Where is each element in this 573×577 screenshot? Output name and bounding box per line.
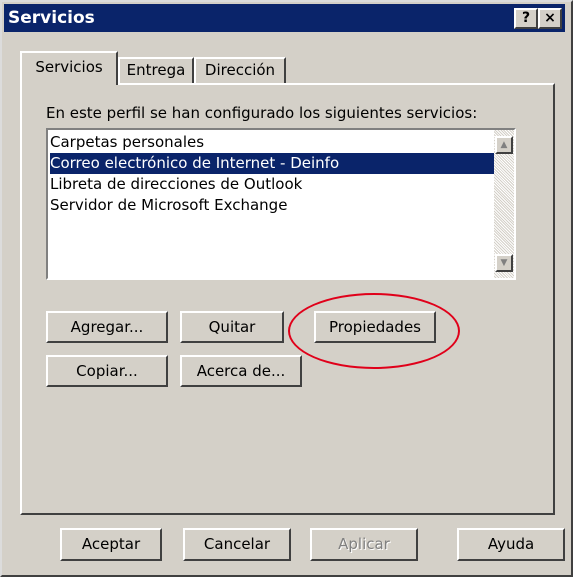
properties-button[interactable]: Propiedades (314, 311, 436, 343)
list-item-selected[interactable]: Correo electrónico de Internet - Deinfo (50, 153, 495, 174)
remove-button[interactable]: Quitar (180, 311, 284, 343)
cancel-button[interactable]: Cancelar (183, 528, 291, 561)
services-listbox[interactable]: Carpetas personales Correo electrónico d… (46, 128, 516, 280)
tab-servicios[interactable]: Servicios (20, 51, 118, 85)
scroll-down-icon[interactable]: ▼ (495, 254, 513, 272)
ok-button[interactable]: Aceptar (60, 528, 162, 561)
help-footer-button[interactable]: Ayuda (457, 528, 565, 561)
scroll-up-icon[interactable]: ▲ (495, 136, 513, 154)
list-item[interactable]: Libreta de direcciones de Outlook (50, 174, 302, 195)
tab-entrega[interactable]: Entrega (118, 57, 194, 83)
window-title: Servicios (8, 8, 95, 28)
tab-panel-servicios: En este perfil se han configurado los si… (20, 83, 555, 515)
list-item[interactable]: Servidor de Microsoft Exchange (50, 195, 287, 216)
vertical-scrollbar[interactable]: ▲ ▼ (494, 130, 514, 278)
help-button[interactable]: ? (514, 8, 538, 29)
title-bar[interactable]: Servicios ? × (4, 4, 565, 32)
close-button[interactable]: × (538, 8, 562, 29)
about-button[interactable]: Acerca de... (180, 355, 302, 387)
copy-button[interactable]: Copiar... (46, 355, 168, 387)
tab-direccion[interactable]: Dirección (194, 57, 286, 83)
apply-button[interactable]: Aplicar (310, 528, 418, 561)
list-item[interactable]: Carpetas personales (50, 132, 204, 153)
add-button[interactable]: Agregar... (46, 311, 168, 343)
services-list-label: En este perfil se han configurado los si… (46, 104, 478, 122)
